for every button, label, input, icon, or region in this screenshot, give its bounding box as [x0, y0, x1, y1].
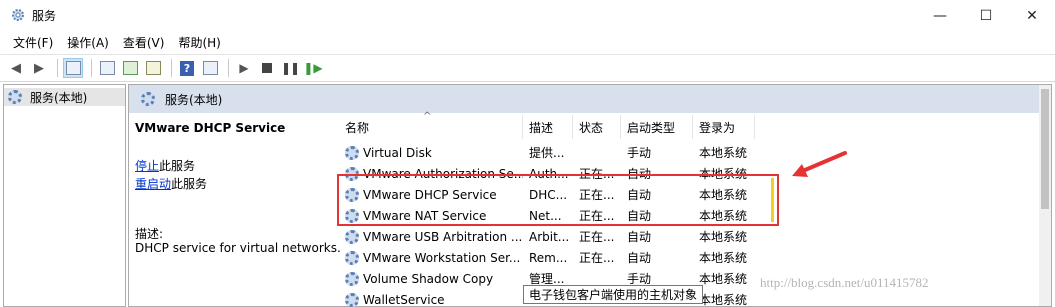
- console-tree: 服务(本地): [3, 84, 126, 307]
- menu-action[interactable]: 操作(A): [60, 34, 116, 51]
- toolbar-separator: [57, 59, 58, 77]
- tree-item-services-local[interactable]: 服务(本地): [4, 88, 125, 106]
- restart-action: 重启动此服务: [135, 175, 207, 192]
- stop-action: 停止此服务: [135, 157, 195, 174]
- stop-service-link[interactable]: 停止: [135, 159, 159, 173]
- description-label: 描述:: [135, 227, 164, 241]
- close-button[interactable]: ✕: [1009, 0, 1055, 31]
- stop-action-suffix: 此服务: [159, 159, 196, 173]
- pointer-arrow-icon: [792, 151, 847, 177]
- selected-service-title: VMware DHCP Service: [135, 121, 286, 135]
- menu-view[interactable]: 查看(V): [116, 34, 172, 51]
- service-gear-icon: [345, 250, 359, 265]
- column-header-description[interactable]: 描述: [523, 115, 573, 139]
- highlight-marker: [771, 178, 774, 222]
- menu-file[interactable]: 文件(F): [6, 34, 60, 51]
- service-status: 正在...: [579, 230, 615, 244]
- toolbar-separator: [228, 59, 229, 77]
- service-row[interactable]: VMware Workstation Ser... Rem... 正在... 自动 本地…: [339, 247, 759, 268]
- window-title: 服务: [32, 9, 57, 23]
- watermark: http://blog.csdn.net/u011415782: [760, 275, 929, 290]
- service-logon-as: 本地系统: [699, 251, 748, 265]
- menu-bar: 文件(F) 操作(A) 查看(V) 帮助(H): [0, 31, 1055, 53]
- properties-icon[interactable]: [97, 58, 117, 78]
- highlight-rectangle: [337, 174, 779, 226]
- column-header-logon-as[interactable]: 登录为: [693, 115, 755, 139]
- services-gear-icon: [8, 90, 22, 104]
- scrollbar-thumb[interactable]: [1041, 89, 1049, 209]
- column-header-status[interactable]: 状态: [573, 115, 621, 139]
- service-startup-type: 手动: [627, 146, 652, 160]
- service-gear-icon: [345, 229, 359, 244]
- menu-help[interactable]: 帮助(H): [171, 34, 227, 51]
- back-arrow-icon[interactable]: ◀: [6, 58, 26, 78]
- service-startup-type: 自动: [627, 251, 652, 265]
- restart-action-suffix: 此服务: [171, 177, 208, 191]
- description-text: DHCP service for virtual networks.: [135, 241, 341, 255]
- service-startup-type: 自动: [627, 230, 652, 244]
- toolbar: ◀ ▶ ? ▶ ❚❚ ❚▶: [0, 54, 1055, 82]
- service-name: Virtual Disk: [345, 142, 523, 163]
- service-description: Rem...: [529, 250, 568, 265]
- service-gear-icon: [345, 292, 359, 307]
- pane-header: 服务(本地): [129, 85, 1051, 113]
- service-name: Volume Shadow Copy: [345, 268, 523, 289]
- tree-item-label: 服务(本地): [30, 90, 88, 105]
- service-status: [579, 142, 621, 163]
- column-header-startup-type[interactable]: 启动类型: [621, 115, 693, 139]
- pane-header-title: 服务(本地): [165, 92, 223, 107]
- service-gear-icon: [345, 271, 359, 286]
- service-name: VMware Workstation Ser...: [345, 247, 523, 268]
- help-icon[interactable]: ?: [177, 58, 197, 78]
- pause-service-icon[interactable]: ❚❚: [280, 58, 300, 78]
- forward-arrow-icon[interactable]: ▶: [29, 58, 49, 78]
- start-service-icon[interactable]: ▶: [234, 58, 254, 78]
- service-status: 正在...: [579, 251, 615, 265]
- service-name: VMware USB Arbitration ...: [345, 226, 523, 247]
- services-gear-icon: [12, 9, 24, 21]
- vertical-scrollbar[interactable]: [1039, 85, 1051, 306]
- sort-ascending-icon: ^: [423, 111, 432, 122]
- action-pane-icon[interactable]: [200, 58, 220, 78]
- service-logon-as: 本地系统: [699, 146, 748, 160]
- tooltip: 电子钱包客户端使用的主机对象: [523, 285, 704, 304]
- service-gear-icon: [345, 145, 359, 160]
- service-row[interactable]: VMware USB Arbitration ... Arbit... 正在... 自…: [339, 226, 759, 247]
- minimize-button[interactable]: —: [917, 0, 963, 31]
- show-hide-tree-icon[interactable]: [63, 58, 83, 78]
- toolbar-separator: [91, 59, 92, 77]
- export-list-icon[interactable]: [143, 58, 163, 78]
- title-bar: 服务 — ☐ ✕: [0, 0, 1055, 31]
- services-gear-icon: [141, 92, 155, 106]
- column-header-name[interactable]: ^ 名称: [339, 111, 523, 139]
- service-logon-as: 本地系统: [699, 293, 748, 307]
- service-description: 提供...: [529, 146, 565, 160]
- service-logon-as: 本地系统: [699, 272, 748, 286]
- refresh-icon[interactable]: [120, 58, 140, 78]
- restart-service-icon[interactable]: ❚▶: [303, 58, 323, 78]
- service-row[interactable]: Virtual Disk 提供... 手动 本地系统: [339, 142, 759, 163]
- service-description: Arbit...: [529, 229, 570, 244]
- stop-service-icon[interactable]: [257, 58, 277, 78]
- restart-service-link[interactable]: 重启动: [135, 177, 171, 191]
- service-logon-as: 本地系统: [699, 230, 748, 244]
- maximize-button[interactable]: ☐: [963, 0, 1009, 31]
- service-name: WalletService: [345, 289, 523, 307]
- toolbar-separator: [171, 59, 172, 77]
